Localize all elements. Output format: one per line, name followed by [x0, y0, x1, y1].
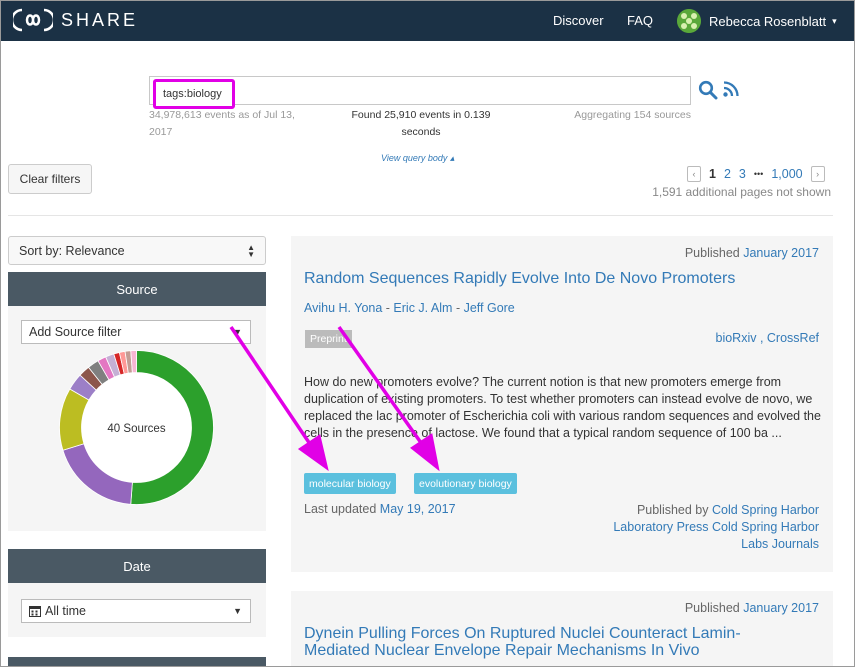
caret-down-icon: ▼ — [233, 606, 242, 616]
updated-date-link[interactable]: May 19, 2017 — [380, 502, 456, 516]
author-link[interactable]: Jeff Gore — [464, 301, 515, 315]
published-date-link[interactable]: January 2017 — [743, 601, 819, 615]
sources-donut-chart[interactable]: 40 Sources — [59, 350, 214, 505]
donut-center-label: 40 Sources — [107, 423, 165, 435]
caret-down-icon: ▼ — [233, 327, 242, 337]
rss-icon[interactable] — [723, 81, 739, 97]
result-title[interactable]: Random Sequences Rapidly Evolve Into De … — [304, 270, 735, 287]
author-link[interactable]: Avihu H. Yona — [304, 301, 382, 315]
result-card: Published January 2017 Random Sequences … — [291, 236, 833, 572]
index-stats: 34,978,613 events as of Jul 13, 2017 — [149, 109, 295, 138]
source-panel-header[interactable]: Source — [8, 272, 266, 306]
pagination-ellipsis: ••• — [753, 169, 764, 179]
next-panel-header[interactable] — [8, 657, 266, 666]
nav-discover[interactable]: Discover — [553, 13, 604, 28]
source-count: Aggregating 154 sources — [574, 109, 691, 121]
result-abstract: How do new promoters evolve? The current… — [304, 375, 821, 440]
result-card: Published January 2017 Dynein Pulling Fo… — [291, 591, 833, 666]
brand[interactable]: SHARE — [13, 7, 138, 33]
avatar — [677, 9, 701, 33]
tag-molecular-biology[interactable]: molecular biology — [304, 473, 396, 494]
search-icon[interactable] — [698, 80, 718, 100]
sort-arrows-icon: ▲ ▼ — [247, 243, 255, 259]
last-updated: Last updated May 19, 2017 — [304, 502, 456, 516]
published-prefix: Published — [684, 601, 740, 615]
prev-page-button[interactable]: ‹ — [687, 166, 701, 182]
provider-links[interactable]: bioRxiv , CrossRef — [716, 331, 820, 345]
author-link[interactable]: Eric J. Alm — [393, 301, 452, 315]
next-page-button[interactable]: › — [810, 166, 825, 182]
pagination: ‹ 1 2 3 ••• 1,000 › — [687, 165, 825, 183]
published-date-link[interactable]: January 2017 — [743, 246, 819, 260]
source-filter-label: Add Source filter — [29, 325, 122, 339]
clear-filters-button[interactable]: Clear filters — [8, 164, 92, 194]
published-prefix: Published — [684, 246, 740, 260]
result-title[interactable]: Dynein Pulling Forces On Ruptured Nuclei… — [304, 625, 774, 659]
user-menu[interactable]: Rebecca Rosenblatt ▾ — [677, 9, 837, 33]
published-date: Published January 2017 — [685, 246, 819, 260]
author-list: Avihu H. Yona - Eric J. Alm - Jeff Gore — [304, 301, 515, 315]
search-input[interactable] — [153, 79, 235, 109]
sort-label: Sort by: Relevance — [19, 243, 125, 258]
page-link-2[interactable]: 2 — [724, 167, 731, 181]
divider — [8, 215, 833, 216]
page-link-3[interactable]: 3 — [739, 167, 746, 181]
search-bar[interactable] — [149, 76, 691, 109]
view-query-body-link[interactable]: View query body ▴ — [381, 153, 454, 164]
navbar: SHARE Discover FAQ Rebecca Rosenblatt ▾ — [1, 1, 854, 41]
date-filter-select[interactable]: All time ▼ — [21, 599, 251, 623]
date-panel-header[interactable]: Date — [8, 549, 266, 583]
tag-evolutionary-biology[interactable]: evolutionary biology — [414, 473, 517, 494]
result-count: Found 25,910 events in 0.139 seconds — [351, 109, 491, 138]
author-separator: - — [452, 301, 464, 315]
pages-note: 1,591 additional pages not shown — [652, 185, 831, 199]
page-link-last[interactable]: 1,000 — [771, 167, 802, 181]
calendar-icon — [29, 606, 41, 617]
author-separator: - — [382, 301, 394, 315]
nav-faq[interactable]: FAQ — [627, 13, 653, 28]
page-frame: SHARE Discover FAQ Rebecca Rosenblatt ▾ … — [0, 0, 855, 667]
share-logo-icon — [13, 8, 53, 32]
updated-prefix: Last updated — [304, 502, 377, 516]
add-source-filter-select[interactable]: Add Source filter ▼ — [21, 320, 251, 344]
publisher-info: Published by Cold Spring Harbor Laborato… — [589, 502, 819, 553]
published-date: Published January 2017 — [685, 601, 819, 615]
sort-select[interactable]: Sort by: Relevance ▲ ▼ — [8, 236, 266, 265]
brand-name: SHARE — [61, 9, 139, 30]
user-name: Rebecca Rosenblatt — [709, 13, 827, 29]
caret-down-icon: ▾ — [832, 15, 837, 26]
publisher-prefix: Published by — [636, 503, 709, 517]
page-link-1[interactable]: 1 — [709, 167, 716, 181]
date-filter-label: All time — [45, 604, 86, 618]
type-badge[interactable]: Preprint — [305, 330, 352, 348]
